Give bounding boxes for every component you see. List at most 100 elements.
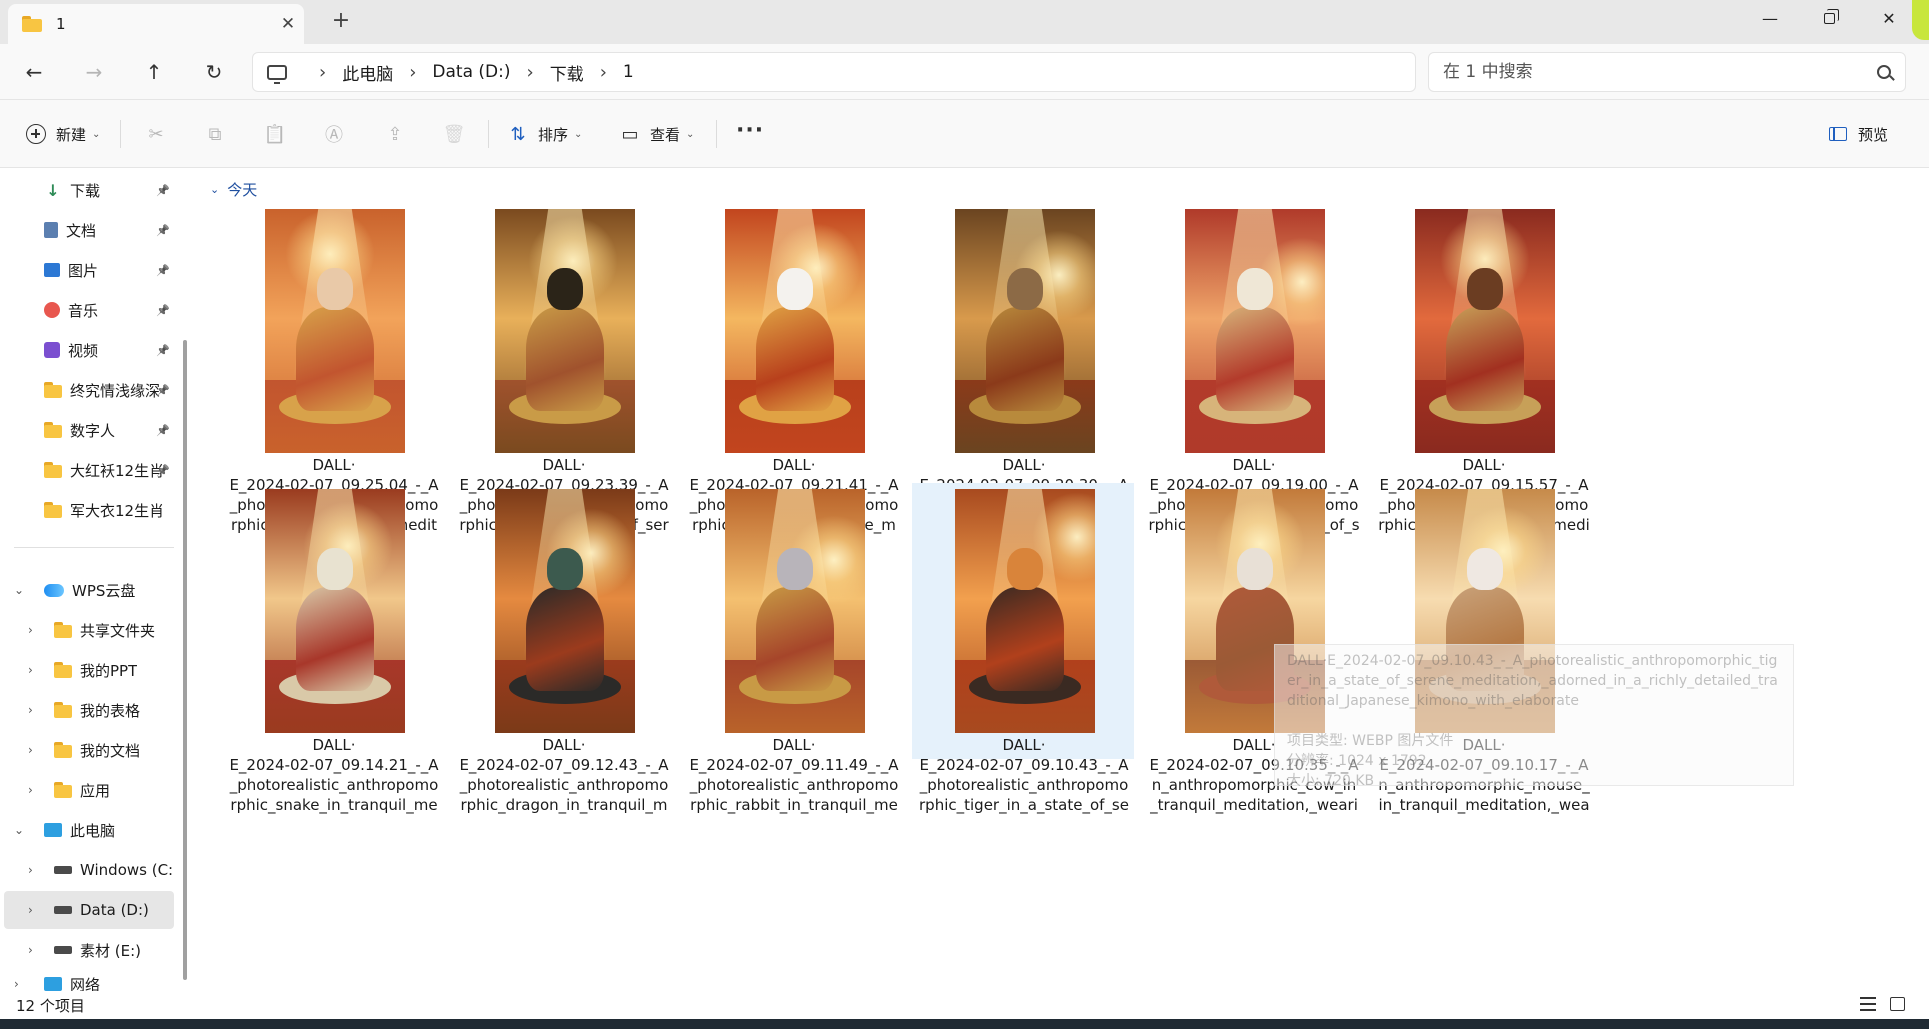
- file-tile[interactable]: DALL· E_2024-02-07_09.11.49_-_A_photoreal…: [682, 483, 904, 814]
- navigation-pane: ↓ 下载 📌 文档 📌 图片 📌 音乐 📌 视频 📌 终究情浅缘深 📌 数字人 …: [0, 169, 176, 991]
- sort-icon: ⇅: [510, 123, 526, 145]
- paste-icon: 📋: [263, 123, 287, 145]
- folder-icon: [44, 422, 62, 438]
- sidebar-item-folder-3[interactable]: 大红袄12生肖 📌: [0, 451, 174, 489]
- chevron-right-icon[interactable]: ›: [28, 783, 33, 797]
- sidebar-item-drive-e[interactable]: › 素材 (E:): [0, 931, 174, 969]
- sidebar-item-folder-2[interactable]: 数字人 📌: [0, 411, 174, 449]
- sidebar-item-my-sheets[interactable]: › 我的表格: [0, 691, 174, 729]
- new-tab-button[interactable]: +: [326, 8, 356, 33]
- tiles-view-icon[interactable]: [1890, 997, 1905, 1011]
- sidebar-scroll-thumb[interactable]: [183, 340, 187, 980]
- sidebar-item-wps-cloud[interactable]: ⌄ WPS云盘: [0, 571, 174, 609]
- sidebar-item-folder-1[interactable]: 终究情浅缘深 📌: [0, 371, 174, 409]
- toolbar-divider: [120, 120, 121, 148]
- file-tile[interactable]: DALL· E_2024-02-07_09.14.21_-_A_photoreal…: [222, 483, 444, 814]
- sidebar-item-documents[interactable]: 文档 📌: [0, 211, 174, 249]
- preview-pane-icon: [1829, 127, 1847, 141]
- file-thumbnail: [265, 209, 405, 453]
- paste-button[interactable]: 📋: [259, 118, 291, 150]
- sidebar-item-my-docs[interactable]: › 我的文档: [0, 731, 174, 769]
- breadcrumb-item-this-pc[interactable]: 此电脑: [342, 60, 393, 85]
- file-tile[interactable]: DALL·E_2024-02-07_09.15.57_-_A_photoreal…: [1372, 203, 1594, 534]
- cut-button[interactable]: ✂: [140, 118, 172, 150]
- tab-close-icon[interactable]: ✕: [272, 14, 304, 34]
- chevron-right-icon[interactable]: ›: [14, 977, 19, 991]
- copy-icon: ⧉: [208, 123, 222, 145]
- breadcrumb-separator[interactable]: ›: [600, 62, 607, 83]
- sidebar-item-folder-4[interactable]: 军大衣12生肖: [0, 491, 174, 529]
- pin-icon: 📌: [156, 423, 170, 437]
- sidebar-scrollbar[interactable]: [180, 170, 192, 990]
- preview-label: 预览: [1858, 125, 1889, 144]
- chevron-right-icon[interactable]: ›: [28, 623, 33, 637]
- computer-icon: [44, 823, 62, 837]
- delete-button[interactable]: 🗑: [438, 118, 470, 150]
- sidebar-item-music[interactable]: 音乐 📌: [0, 291, 174, 329]
- details-view-icon[interactable]: [1860, 997, 1876, 1011]
- more-options-button[interactable]: ···: [736, 118, 764, 143]
- breadcrumb-separator[interactable]: ›: [319, 62, 326, 83]
- minimize-button[interactable]: —: [1741, 0, 1799, 36]
- file-name-line1: DALL·: [312, 736, 356, 754]
- chevron-right-icon[interactable]: ›: [28, 903, 33, 917]
- file-name-line1: DALL·: [542, 456, 586, 474]
- file-tile[interactable]: DALL·E_2024-02-07_09.25.04_-_A_photoreal…: [222, 203, 444, 534]
- sidebar-item-drive-d[interactable]: › Data (D:): [4, 891, 174, 929]
- refresh-button[interactable]: ↻: [194, 54, 234, 90]
- file-tile[interactable]: DALL·E_2024-02-07_09.23.39_-_A_photoreal…: [452, 203, 674, 534]
- breadcrumb-separator[interactable]: ›: [526, 62, 533, 83]
- copy-button[interactable]: ⧉: [199, 118, 231, 150]
- close-window-button[interactable]: ✕: [1860, 0, 1918, 36]
- rename-button[interactable]: Ⓐ: [318, 118, 350, 150]
- file-thumbnail: [725, 489, 865, 733]
- view-button[interactable]: ▭ 查看 ⌄: [620, 116, 694, 152]
- file-tile[interactable]: DALL·E_2024-02-07_09.21.41_-_A_photoreal…: [682, 203, 904, 534]
- sidebar-item-drive-c[interactable]: › Windows (C:): [0, 851, 174, 889]
- breadcrumb[interactable]: › 此电脑 › Data (D:) › 下载 › 1: [252, 52, 1416, 92]
- breadcrumb-item-current[interactable]: 1: [623, 62, 634, 82]
- forward-button[interactable]: →: [74, 54, 114, 90]
- file-tile[interactable]: DALL· E_2024-02-07_09.12.43_-_A_photoreal…: [452, 483, 674, 814]
- document-icon: [44, 222, 58, 238]
- maximize-button[interactable]: [1800, 0, 1858, 36]
- breadcrumb-item-data-drive[interactable]: Data (D:): [432, 62, 510, 82]
- search-input[interactable]: [1443, 62, 1877, 82]
- tab-active[interactable]: 1 ✕: [8, 4, 304, 44]
- file-tile[interactable]: DALL·E_2024-02-07_09.20.30_-_A_photoreal…: [912, 203, 1134, 534]
- title-bar: 1 ✕ + — ✕: [0, 0, 1929, 44]
- search-box[interactable]: [1428, 52, 1906, 92]
- chevron-right-icon[interactable]: ›: [28, 663, 33, 677]
- sidebar-item-network[interactable]: › 网络: [0, 969, 174, 991]
- breadcrumb-item-downloads[interactable]: 下载: [550, 60, 584, 85]
- sidebar-item-pictures[interactable]: 图片 📌: [0, 251, 174, 289]
- sidebar-item-my-ppt[interactable]: › 我的PPT: [0, 651, 174, 689]
- chevron-down-icon[interactable]: ⌄: [14, 823, 24, 837]
- new-button[interactable]: 新建 ⌄: [26, 116, 100, 152]
- computer-icon[interactable]: [267, 64, 287, 84]
- chevron-right-icon[interactable]: ›: [28, 743, 33, 757]
- chevron-right-icon[interactable]: ›: [28, 863, 33, 877]
- sidebar-item-apps[interactable]: › 应用: [0, 771, 174, 809]
- pin-icon: 📌: [156, 463, 170, 477]
- file-tile[interactable]: DALL·E_2024-02-07_09.19.00_-_A_photoreal…: [1142, 203, 1364, 534]
- sort-button[interactable]: ⇅ 排序 ⌄: [508, 116, 582, 152]
- folder-icon: [44, 502, 62, 518]
- share-button[interactable]: ⇪: [379, 118, 411, 150]
- sidebar-item-this-pc[interactable]: ⌄ 此电脑: [0, 811, 174, 849]
- file-tile[interactable]: DALL· E_2024-02-07_09.10.43_-_A_photoreal…: [912, 483, 1134, 814]
- search-icon[interactable]: [1877, 65, 1891, 79]
- file-name-line1: DALL·: [1002, 456, 1046, 474]
- tab-title: 1: [56, 15, 66, 33]
- chevron-down-icon[interactable]: ⌄: [14, 583, 24, 597]
- sidebar-item-shared-folder[interactable]: › 共享文件夹: [0, 611, 174, 649]
- up-button[interactable]: ↑: [134, 54, 174, 90]
- sidebar-item-downloads[interactable]: ↓ 下载 📌: [0, 171, 174, 209]
- back-button[interactable]: ←: [14, 54, 54, 90]
- chevron-right-icon[interactable]: ›: [28, 943, 33, 957]
- group-header-today[interactable]: ⌄ 今天: [210, 179, 257, 200]
- chevron-right-icon[interactable]: ›: [28, 703, 33, 717]
- sidebar-item-videos[interactable]: 视频 📌: [0, 331, 174, 369]
- breadcrumb-separator[interactable]: ›: [409, 62, 416, 83]
- preview-pane-button[interactable]: 预览: [1828, 116, 1888, 152]
